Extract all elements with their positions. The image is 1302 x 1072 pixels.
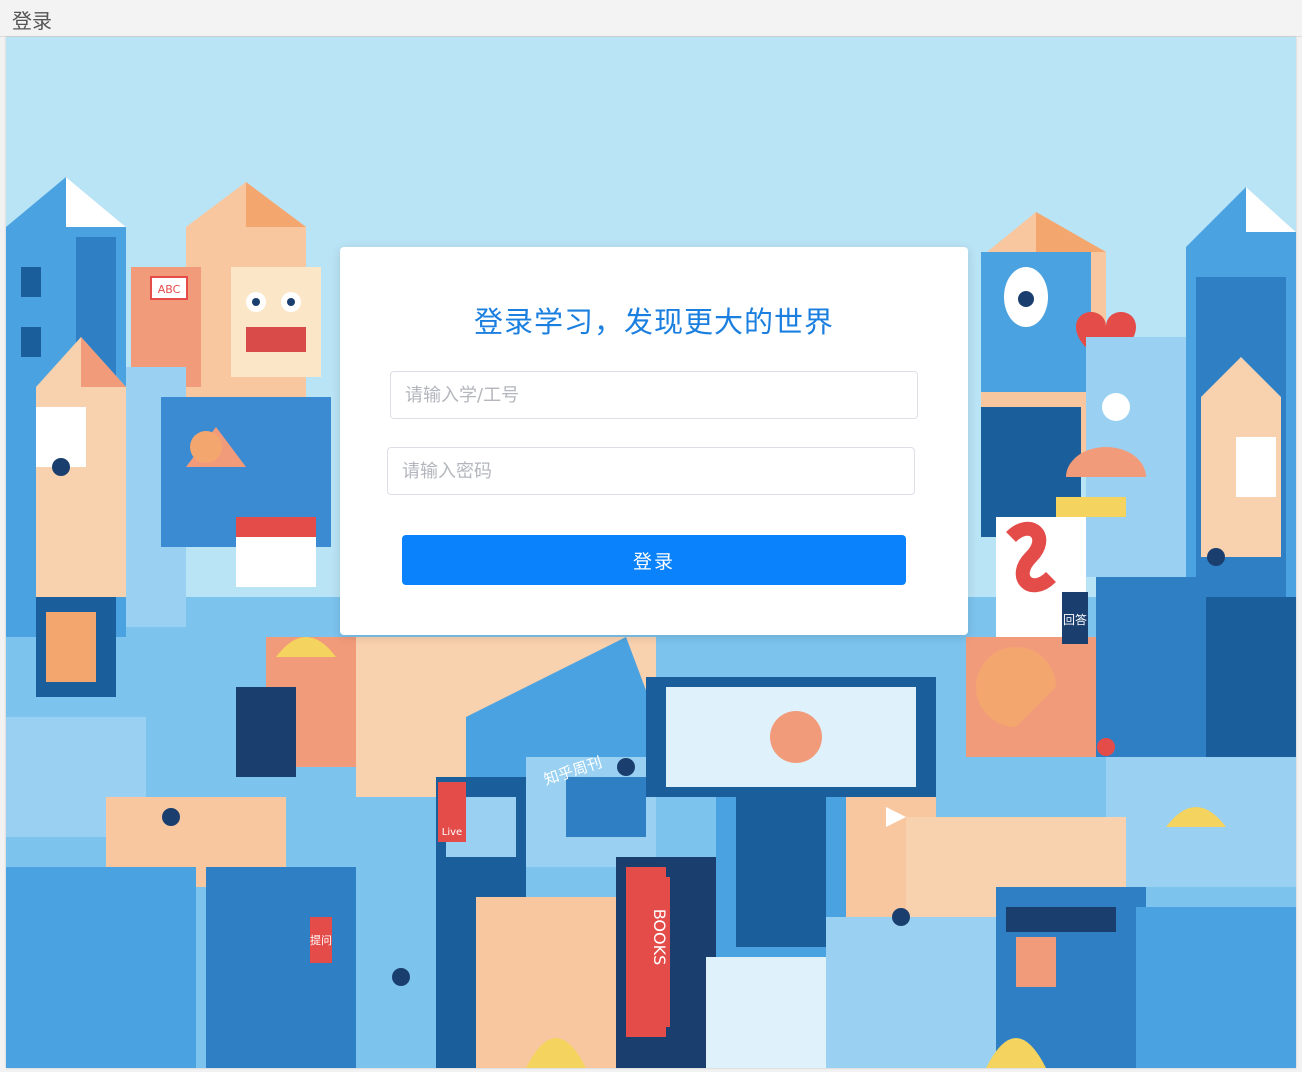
svg-text:BOOKS: BOOKS [650, 909, 669, 966]
sign-abc: ABC [150, 276, 188, 300]
svg-text:Live: Live [442, 827, 462, 838]
window-title: 登录 [12, 9, 52, 33]
sign-ask: 提问 [310, 917, 332, 963]
sign-books: BOOKS [638, 877, 670, 1027]
login-page: ABC 知乎周刊 BOOKS Live 回答 提问 登录学习，发现更大的世界 登… [6, 37, 1296, 1068]
svg-text:回答: 回答 [1063, 612, 1087, 627]
svg-text:ABC: ABC [158, 283, 181, 296]
username-input[interactable] [390, 371, 918, 419]
login-heading: 登录学习，发现更大的世界 [473, 305, 834, 339]
password-input[interactable] [387, 447, 915, 495]
sign-live: Live [438, 782, 466, 842]
sign-answer: 回答 [1062, 592, 1088, 644]
login-button[interactable]: 登录 [402, 535, 906, 585]
svg-text:提问: 提问 [310, 934, 332, 947]
window-title-bar: 登录 [0, 0, 1302, 37]
login-card: 登录学习，发现更大的世界 登录 [340, 247, 968, 635]
